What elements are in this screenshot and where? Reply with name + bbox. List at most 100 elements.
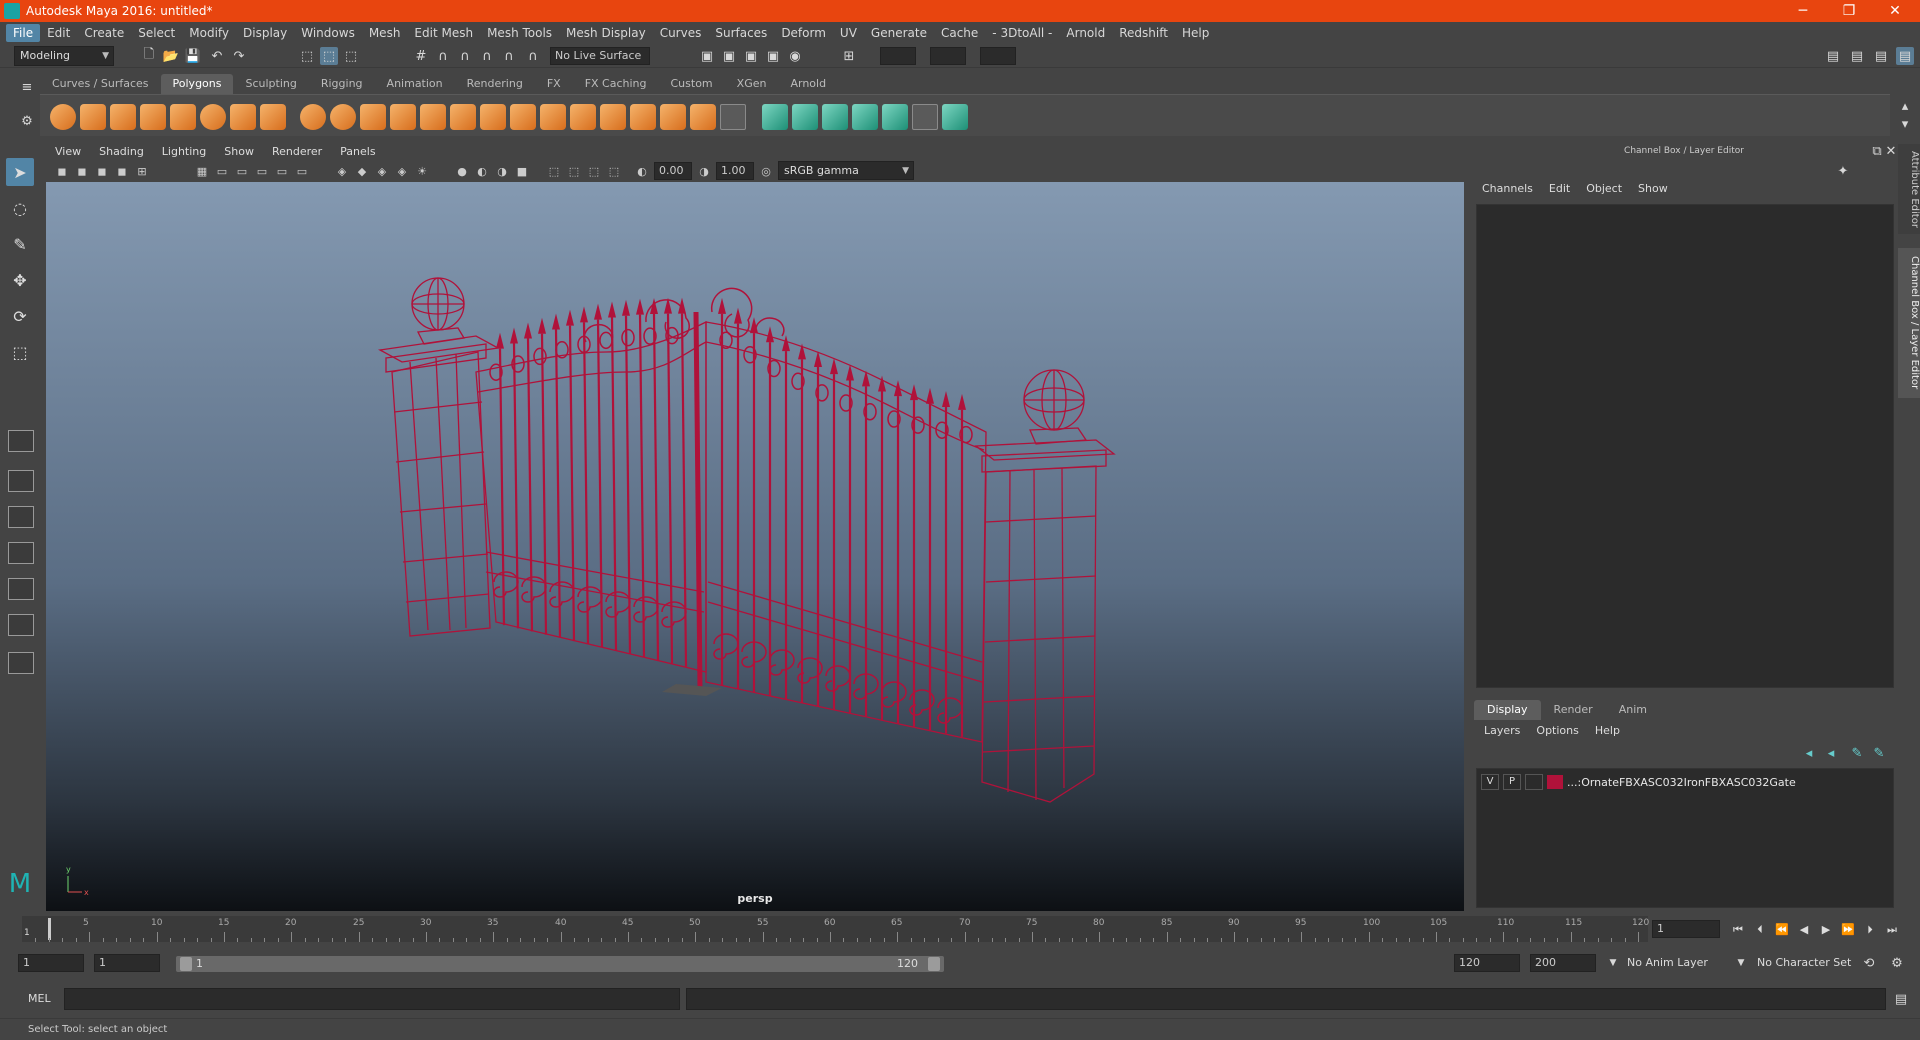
uv-automatic-icon[interactable] [852,104,878,130]
range-end-handle[interactable] [928,957,940,971]
script-editor-icon[interactable]: ▤ [1892,990,1910,1008]
wireframe-on-shaded-icon[interactable]: ◈ [374,163,390,179]
menu-select[interactable]: Select [131,24,182,42]
toggle-modeling-toolkit-icon[interactable]: ▤ [1824,47,1842,65]
xray-icon[interactable]: ⬚ [566,163,582,179]
append-polygon-icon[interactable] [570,104,596,130]
shelf-tab-rendering[interactable]: Rendering [455,74,535,94]
xray-components-icon[interactable]: ⬚ [606,163,622,179]
anim-layer-chevron-icon[interactable]: ▼ [1604,954,1622,972]
layer-row[interactable]: V P ...:OrnateFBXASC032IronFBXASC032Gate [1481,773,1889,791]
lasso-tool-icon[interactable]: ◌ [6,194,34,222]
current-frame-field[interactable]: 1 [1652,920,1720,938]
viewport-menu-show[interactable]: Show [215,145,263,158]
menu-uv[interactable]: UV [833,24,864,42]
extrude-icon[interactable] [480,104,506,130]
move-tool-icon[interactable]: ✥ [6,266,34,294]
smooth-shade-icon[interactable]: ◆ [354,163,370,179]
textured-icon[interactable]: ◈ [394,163,410,179]
move-layer-down-icon[interactable]: ◂ [1822,744,1840,762]
transform-mode-icon[interactable]: ⊞ [840,47,858,65]
camera-select-icon[interactable]: ◼ [54,163,70,179]
scale-tool-icon[interactable]: ⬚ [6,338,34,366]
viewport-menu-shading[interactable]: Shading [90,145,153,158]
play-backwards-icon[interactable]: ◀ [1794,922,1814,938]
anti-aliasing-icon[interactable]: ■ [514,163,530,179]
boolean-icon[interactable] [420,104,446,130]
screen-space-ao-icon[interactable]: ◐ [474,163,490,179]
viewport-menu-renderer[interactable]: Renderer [263,145,331,158]
rotate-tool-icon[interactable]: ⟳ [6,302,34,330]
image-plane-icon[interactable]: ◼ [114,163,130,179]
xray-joints-icon[interactable]: ⬚ [586,163,602,179]
resolution-gate-icon[interactable]: ▭ [214,163,230,179]
target-weld-icon[interactable] [660,104,686,130]
uv-spherical-icon[interactable] [822,104,848,130]
go-to-end-icon[interactable]: ⏭ [1882,922,1902,938]
channel-list[interactable] [1476,204,1894,688]
separate-icon[interactable] [330,104,356,130]
menu-create[interactable]: Create [77,24,131,42]
y-field[interactable] [930,47,966,65]
character-set-chevron-icon[interactable]: ▼ [1732,954,1750,972]
menu-mesh-display[interactable]: Mesh Display [559,24,653,42]
menu-cache[interactable]: Cache [934,24,985,42]
combine-icon[interactable] [300,104,326,130]
anim-layer-dropdown[interactable]: No Anim Layer [1622,954,1740,972]
cb-menu-edit[interactable]: Edit [1541,182,1578,195]
menu-3dtoall[interactable]: - 3DtoAll - [985,24,1059,42]
uv-cylindrical-icon[interactable] [792,104,818,130]
animation-preferences-icon[interactable]: ⚙ [1888,954,1906,972]
menu-edit[interactable]: Edit [40,24,77,42]
render-view-icon[interactable]: ▣ [698,47,716,65]
menu-display[interactable]: Display [236,24,294,42]
persp-graph-layout-icon[interactable] [8,542,34,564]
menu-help[interactable]: Help [1175,24,1216,42]
animation-start-field[interactable]: 1 [18,954,84,972]
lighting-icon[interactable]: ☀ [414,163,430,179]
poly-plane-icon[interactable] [170,104,196,130]
save-scene-icon[interactable]: 💾 [184,47,202,65]
wireframe-icon[interactable]: ◈ [334,163,350,179]
toggle-tool-settings-icon[interactable]: ▤ [1872,47,1890,65]
z-field[interactable] [980,47,1016,65]
shelf-tab-sculpting[interactable]: Sculpting [233,74,308,94]
bridge-icon[interactable] [540,104,566,130]
extract-icon[interactable] [360,104,386,130]
cb-menu-channels[interactable]: Channels [1474,182,1541,195]
poly-pyramid-icon[interactable] [230,104,256,130]
shelf-tab-fx[interactable]: FX [535,74,573,94]
shelf-tab-arnold[interactable]: Arnold [778,74,838,94]
menu-file[interactable]: File [6,24,41,42]
grid-toggle-icon[interactable]: ⊞ [134,163,150,179]
poly-sphere-icon[interactable] [50,104,76,130]
restore-button[interactable]: ❐ [1826,0,1872,22]
shelf-tab-rigging[interactable]: Rigging [309,74,375,94]
new-layer-icon[interactable]: ✎ [1870,744,1888,762]
tab-render[interactable]: Render [1541,700,1606,720]
menu-deform[interactable]: Deform [774,24,833,42]
range-start-handle[interactable] [180,957,192,971]
cb-menu-object[interactable]: Object [1578,182,1630,195]
hypershade-icon[interactable]: ◉ [786,47,804,65]
uv-layout-icon[interactable] [942,104,968,130]
playback-range-slider[interactable]: 1 120 [176,956,944,972]
menu-edit-mesh[interactable]: Edit Mesh [407,24,480,42]
undo-icon[interactable]: ↶ [208,47,226,65]
quad-draw-icon[interactable] [720,104,746,130]
tab-display[interactable]: Display [1474,700,1541,720]
ipr-render-icon[interactable]: ▣ [742,47,760,65]
step-back-frame-icon[interactable]: ⏴ [1750,922,1770,938]
fill-hole-icon[interactable] [600,104,626,130]
layer-display-type-toggle[interactable] [1525,774,1543,790]
film-gate-icon[interactable]: ▦ [194,163,210,179]
live-surface-icon[interactable]: ∩ [524,47,542,65]
field-chart-icon[interactable]: ▭ [254,163,270,179]
persp-outliner-layout-icon[interactable] [8,506,34,528]
menu-redshift[interactable]: Redshift [1112,24,1175,42]
isolate-select-icon[interactable]: ⬚ [546,163,562,179]
color-management-icon[interactable]: ◎ [758,163,774,179]
mel-command-input[interactable] [64,988,680,1010]
layer-menu-options[interactable]: Options [1528,724,1586,737]
cb-menu-show[interactable]: Show [1630,182,1676,195]
